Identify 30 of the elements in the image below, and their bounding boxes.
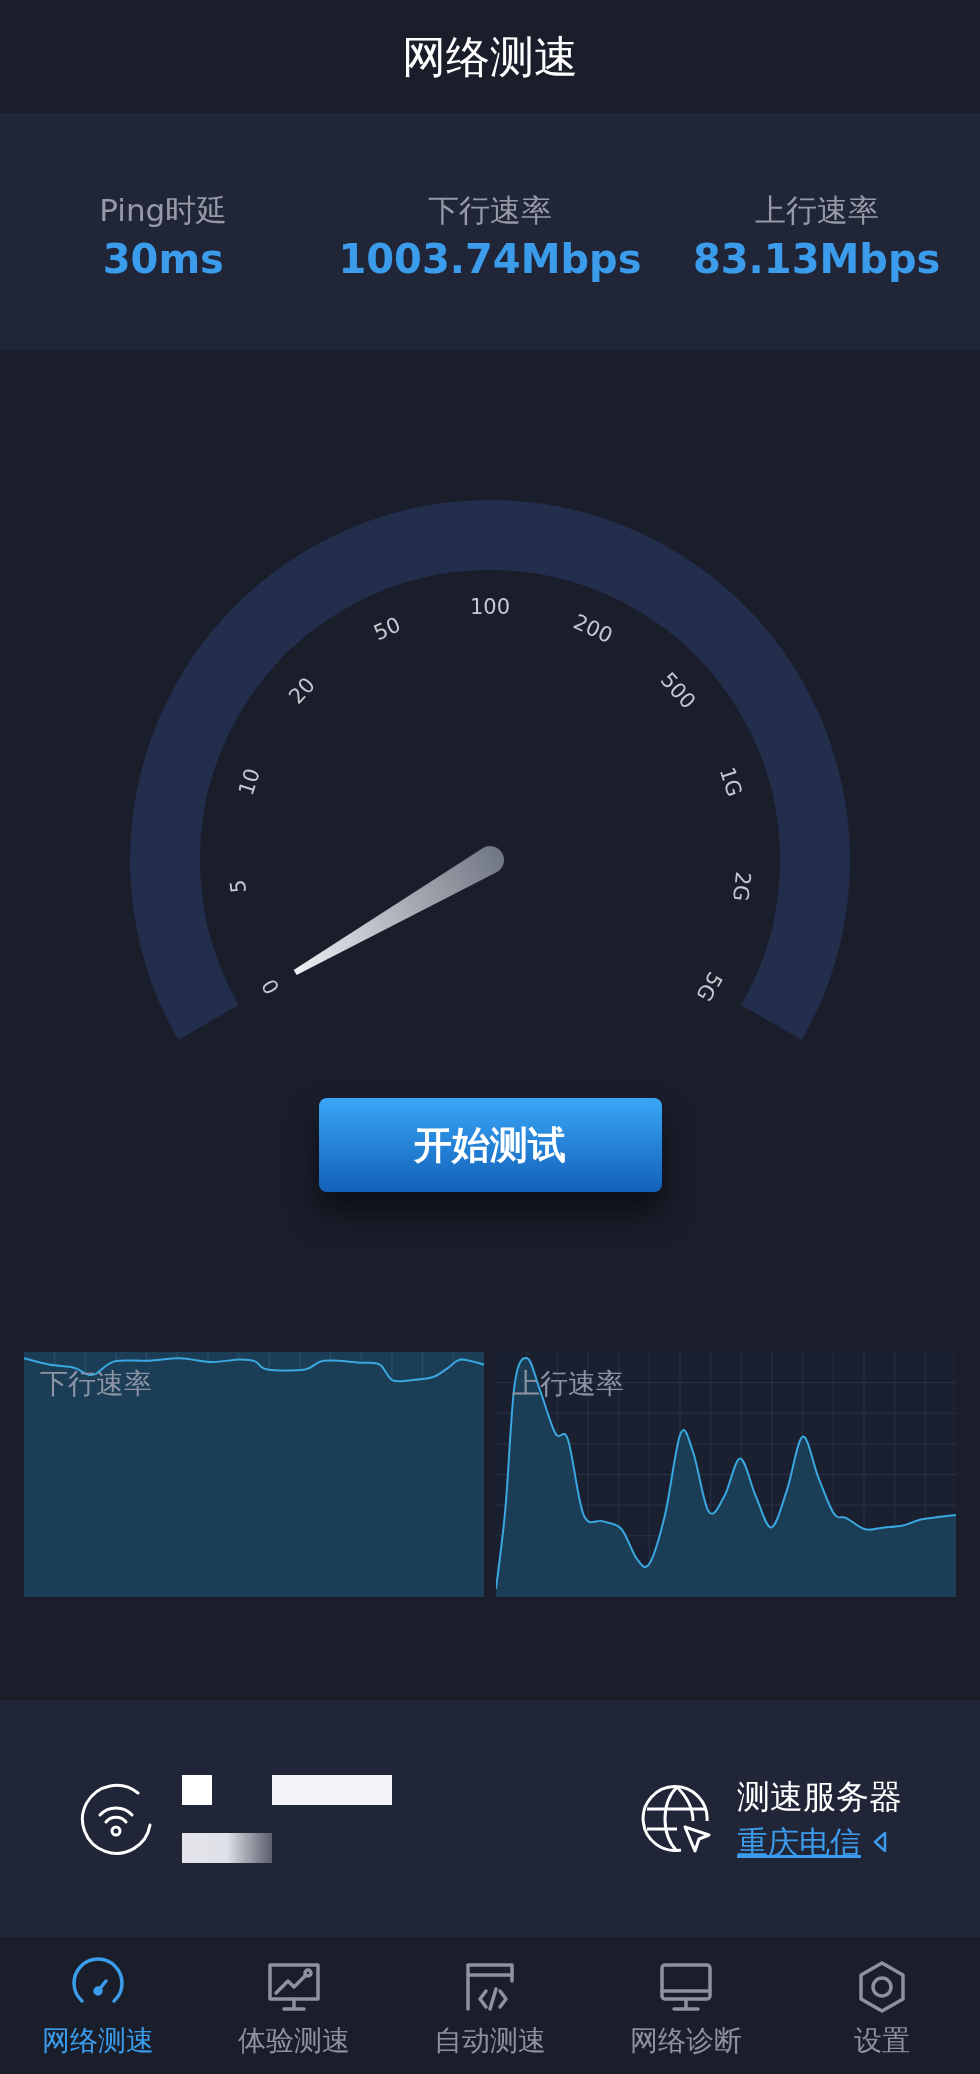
redaction-block <box>182 1774 212 1805</box>
stat-label: 上行速率 <box>754 195 879 226</box>
stat-label: Ping时延 <box>99 195 228 226</box>
scale-label: 2G <box>728 870 756 903</box>
scale-label: 1G <box>714 764 747 800</box>
nav-tab[interactable]: 体验测速 <box>196 1937 392 2074</box>
nav-tab[interactable]: 自动测速 <box>392 1937 588 2074</box>
nav-tab[interactable]: 设置 <box>784 1937 980 2074</box>
globe-cursor-icon <box>641 1782 713 1855</box>
scale-label: 5 <box>225 878 251 895</box>
stat-value: 83.13Mbps <box>692 235 941 284</box>
scale-label: 10 <box>233 765 265 799</box>
stat-value: 30ms <box>102 235 224 284</box>
server-title: 测速服务器 <box>737 1775 902 1817</box>
scale-label: 500 <box>655 667 701 714</box>
stat-label: 下行速率 <box>428 195 552 226</box>
caret-icon <box>873 1831 887 1854</box>
stat-value: 1003.74Mbps <box>338 235 642 284</box>
scale-label: 0 <box>257 974 285 999</box>
scale-label: 200 <box>569 609 617 648</box>
scale-label: 50 <box>370 612 405 646</box>
server-link[interactable]: 重庆电信 <box>737 1822 861 1862</box>
nav-tab[interactable]: 网络测速 <box>0 1937 196 2074</box>
graph-label: 下行速率 <box>40 1370 152 1398</box>
start-test-button[interactable]: 开始测试 <box>318 1098 662 1192</box>
scale-label: 5G <box>691 967 727 1006</box>
nav-tab[interactable]: 网络诊断 <box>588 1937 784 2074</box>
scale-label: 20 <box>284 672 320 709</box>
page-title: 网络测速 <box>402 29 578 84</box>
scale-label: 100 <box>469 595 511 619</box>
